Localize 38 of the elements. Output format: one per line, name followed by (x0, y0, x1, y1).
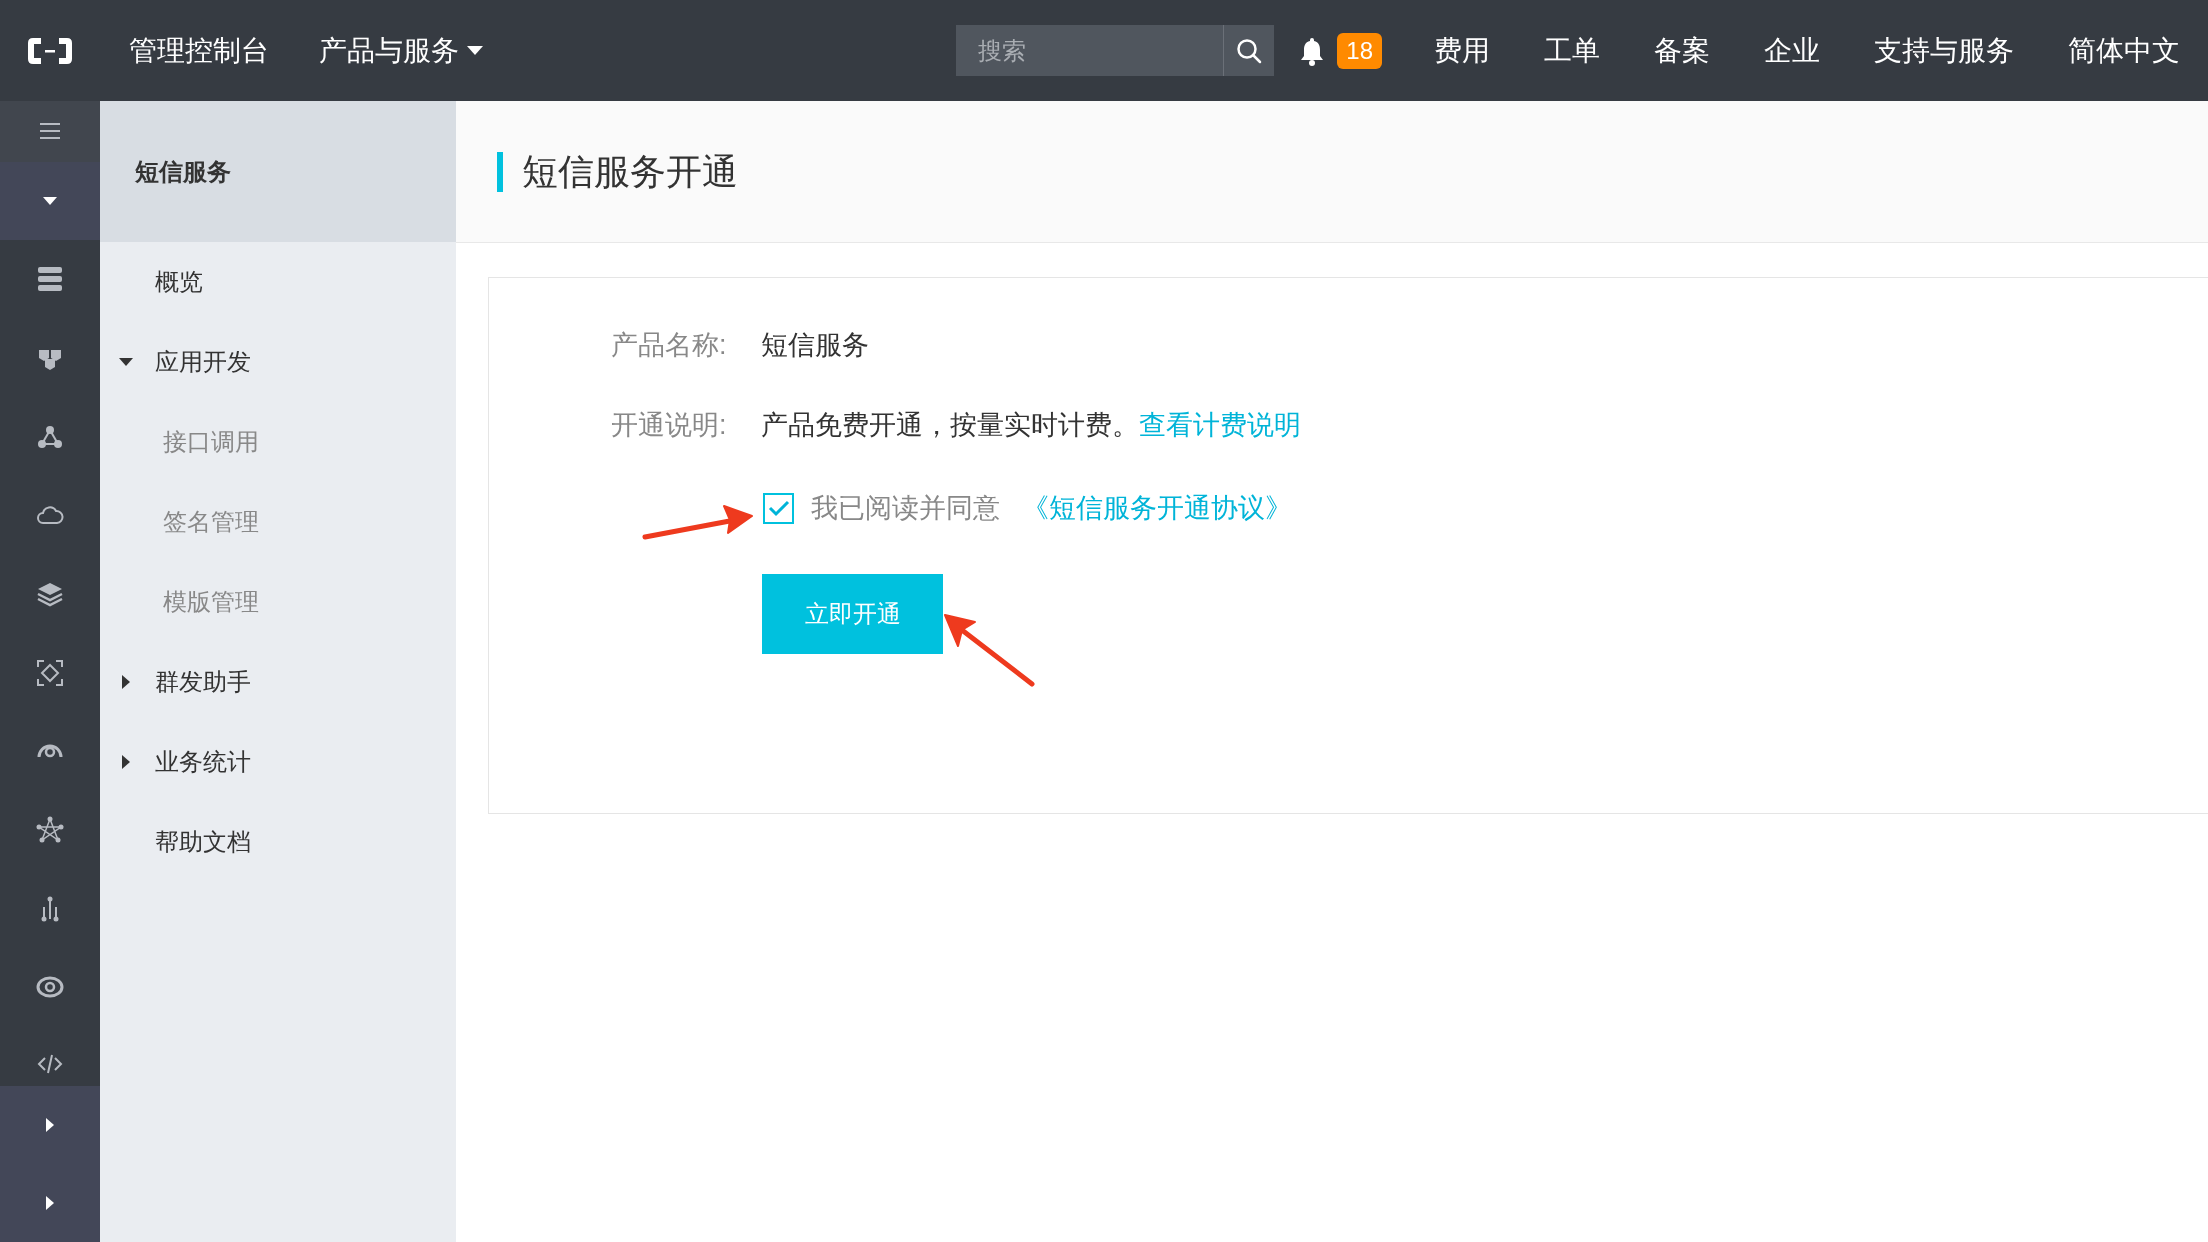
page-title: 短信服务开通 (522, 149, 738, 194)
caret-right-icon (122, 675, 130, 689)
field-label: 开通说明: (611, 408, 728, 442)
search-icon (1236, 37, 1263, 64)
caret-down-icon (467, 45, 483, 56)
star-network-icon (36, 815, 64, 844)
caret-right-icon (122, 755, 130, 769)
caret-right-icon (46, 1195, 54, 1210)
sidebar-title: 短信服务 (135, 156, 231, 187)
sidebar-item[interactable]: 群发助手 (100, 642, 456, 722)
nav-link[interactable]: 支持与服务 (1874, 29, 2014, 72)
search-field[interactable]: 搜索 (956, 25, 1224, 76)
notification-badge: 18 (1337, 32, 1382, 69)
nav-link[interactable]: 费用 (1434, 29, 1490, 72)
nav-link[interactable]: 备案 (1654, 29, 1710, 72)
agreement-text: 我已阅读并同意 (811, 491, 1000, 525)
server-icon (36, 265, 64, 294)
nav-link[interactable]: 工单 (1544, 29, 1600, 72)
field-label: 产品名称: (611, 328, 728, 362)
agreement-checkbox[interactable] (763, 492, 794, 524)
caret-down-icon (119, 358, 133, 366)
caret-down-icon (43, 196, 57, 205)
check-icon (767, 499, 790, 517)
nav-link[interactable]: 简体中文 (2068, 29, 2180, 72)
sidebar-item[interactable]: 概览 (100, 242, 456, 322)
sidebar-item[interactable]: 应用开发 (100, 322, 456, 402)
caret-right-icon (46, 1117, 54, 1132)
sidebar-item[interactable]: 帮助文档 (100, 802, 456, 882)
field-value: 产品免费开通，按量实时计费。 (761, 408, 1139, 442)
search-button[interactable] (1224, 25, 1275, 76)
sidebar-item[interactable]: 业务统计 (100, 722, 456, 802)
frame-icon (36, 658, 64, 687)
menu-icon (40, 122, 60, 141)
field-value: 短信服务 (761, 328, 869, 362)
nav-link[interactable]: 企业 (1764, 29, 1820, 72)
console-link[interactable]: 管理控制台 (129, 29, 269, 72)
bell-icon (1299, 35, 1326, 66)
products-menu[interactable]: 产品与服务 (319, 29, 483, 72)
